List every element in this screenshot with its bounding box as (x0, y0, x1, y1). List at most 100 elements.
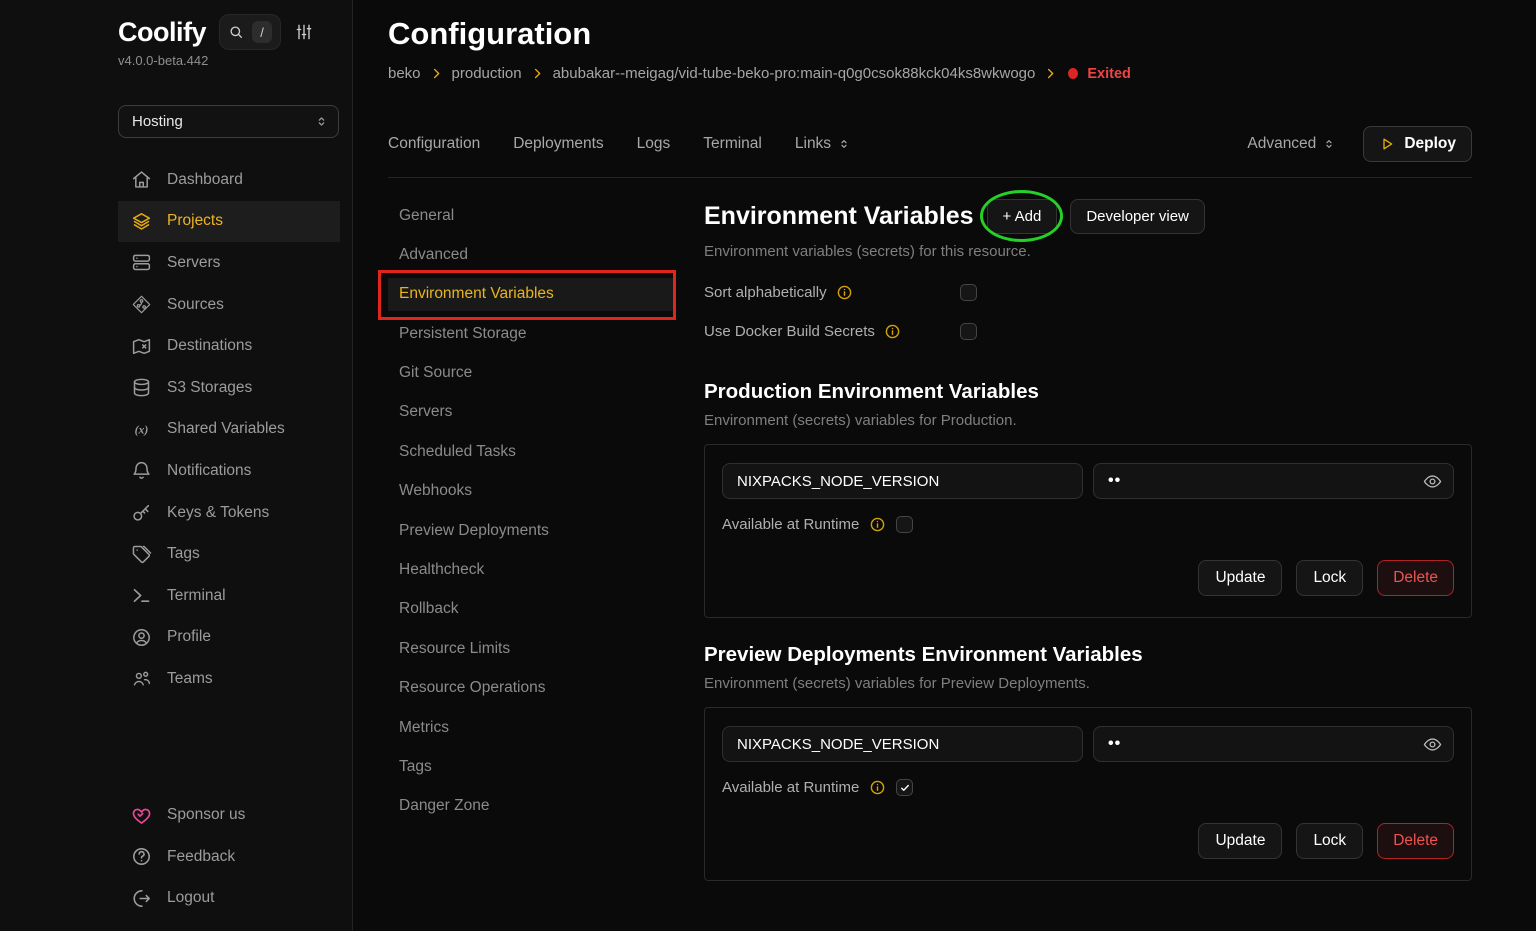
sidebar-item-shared-variables[interactable]: (x) Shared Variables (118, 409, 340, 451)
toggle-checkbox[interactable] (960, 284, 977, 301)
subnav-item-label: Healthcheck (399, 561, 484, 579)
sidebar-item-label: Sources (167, 296, 224, 314)
env-value-input[interactable] (1093, 726, 1454, 762)
update-button[interactable]: Update (1198, 823, 1282, 859)
subnav-item-webhooks[interactable]: Webhooks (388, 475, 673, 508)
section-description: Environment (secrets) variables for Prod… (704, 412, 1472, 429)
subnav-item-environment-variables[interactable]: Environment Variables (388, 278, 673, 311)
tab-label: Terminal (703, 135, 762, 153)
runtime-checkbox[interactable] (896, 779, 913, 796)
breadcrumb-item[interactable]: abubakar--meigag/vid-tube-beko-pro:main-… (553, 65, 1036, 82)
status-dot (1068, 68, 1078, 79)
sidebar-item-label: Tags (167, 545, 200, 563)
sidebar-item-logout[interactable]: Logout (118, 877, 340, 919)
breadcrumb-item[interactable]: production (452, 65, 522, 82)
deploy-button[interactable]: Deploy (1363, 126, 1472, 162)
runtime-checkbox[interactable] (896, 516, 913, 533)
subnav-item-persistent-storage[interactable]: Persistent Storage (388, 317, 673, 350)
tab-label: Logs (637, 135, 671, 153)
sidebar-item-keys-tokens[interactable]: Keys & Tokens (118, 492, 340, 534)
subnav-item-resource-limits[interactable]: Resource Limits (388, 632, 673, 665)
sidebar-item-sponsor-us[interactable]: Sponsor us (118, 794, 340, 836)
panel-title: Environment Variables (704, 202, 974, 231)
sidebar-item-profile[interactable]: Profile (118, 617, 340, 659)
sidebar-item-notifications[interactable]: Notifications (118, 450, 340, 492)
env-variables-panel: Environment Variables + Add Developer vi… (704, 199, 1472, 931)
subnav-item-metrics[interactable]: Metrics (388, 711, 673, 744)
subnav-item-git-source[interactable]: Git Source (388, 357, 673, 390)
tab-deployments[interactable]: Deployments (513, 135, 603, 153)
sidebar-item-terminal[interactable]: Terminal (118, 575, 340, 617)
panel-description: Environment variables (secrets) for this… (704, 243, 1472, 260)
advanced-dropdown[interactable]: Advanced (1247, 135, 1336, 153)
env-key-input[interactable] (722, 463, 1083, 499)
sidebar-item-sources[interactable]: Sources (118, 284, 340, 326)
subnav-item-label: Preview Deployments (399, 522, 549, 540)
subnav-item-label: Metrics (399, 719, 449, 737)
subnav-item-tags[interactable]: Tags (388, 750, 673, 783)
tab-terminal[interactable]: Terminal (703, 135, 762, 153)
page-title: Configuration (388, 16, 1472, 52)
layers-icon (131, 211, 152, 232)
subnav-item-scheduled-tasks[interactable]: Scheduled Tasks (388, 435, 673, 468)
subnav-item-advanced[interactable]: Advanced (388, 238, 673, 271)
tab-logs[interactable]: Logs (637, 135, 671, 153)
team-select[interactable]: Hosting (118, 105, 339, 138)
subnav-item-servers[interactable]: Servers (388, 396, 673, 429)
settings-sliders-icon[interactable] (294, 22, 314, 42)
sidebar-item-destinations[interactable]: Destinations (118, 325, 340, 367)
sidebar-item-label: Projects (167, 212, 223, 230)
eye-icon[interactable] (1422, 471, 1443, 492)
info-icon[interactable] (884, 323, 901, 340)
tab-configuration[interactable]: Configuration (388, 135, 480, 153)
sidebar-item-feedback[interactable]: Feedback (118, 836, 340, 878)
env-value-input[interactable] (1093, 463, 1454, 499)
lock-button[interactable]: Lock (1296, 823, 1363, 859)
database-icon (131, 377, 152, 398)
sidebar-item-tags[interactable]: Tags (118, 533, 340, 575)
eye-icon[interactable] (1422, 734, 1443, 755)
sidebar-item-dashboard[interactable]: Dashboard (118, 159, 340, 201)
subnav-item-resource-operations[interactable]: Resource Operations (388, 672, 673, 705)
info-icon[interactable] (869, 516, 886, 533)
sidebar-item-teams[interactable]: Teams (118, 658, 340, 700)
tab-bar: Configuration Deployments Logs Terminal Link… (388, 126, 1472, 178)
search-shortcut-key: / (252, 21, 272, 43)
toggle-checkbox[interactable] (960, 323, 977, 340)
tag-icon (131, 544, 152, 565)
sidebar-item-label: Logout (167, 889, 214, 907)
update-button[interactable]: Update (1198, 560, 1282, 596)
developer-view-button[interactable]: Developer view (1070, 199, 1205, 234)
content: General Advanced Environment Variables P… (388, 199, 1472, 931)
subnav-item-healthcheck[interactable]: Healthcheck (388, 554, 673, 587)
subnav-item-general[interactable]: General (388, 199, 673, 232)
info-icon[interactable] (836, 284, 853, 301)
sidebar-item-servers[interactable]: Servers (118, 242, 340, 284)
runtime-label: Available at Runtime (722, 779, 859, 796)
chevron-right-icon (430, 67, 443, 80)
app-logo: Coolify (118, 17, 206, 48)
subnav-item-preview-deployments[interactable]: Preview Deployments (388, 514, 673, 547)
panel-header: Environment Variables + Add Developer vi… (704, 199, 1472, 234)
sidebar-item-projects[interactable]: Projects (118, 201, 340, 243)
delete-button[interactable]: Delete (1377, 560, 1454, 596)
subnav-item-label: Persistent Storage (399, 325, 527, 343)
tab-label: Deployments (513, 135, 603, 153)
add-env-variable-button[interactable]: + Add (987, 199, 1058, 234)
breadcrumb-item[interactable]: beko (388, 65, 421, 82)
env-key-input[interactable] (722, 726, 1083, 762)
tab-links[interactable]: Links (795, 135, 851, 153)
sidebar-item-label: Terminal (167, 587, 226, 605)
search-button[interactable]: / (219, 14, 281, 50)
sidebar-item-label: S3 Storages (167, 379, 252, 397)
heart-icon (131, 805, 152, 826)
tabs: Configuration Deployments Logs Terminal Link… (388, 135, 851, 153)
subnav-item-label: Servers (399, 403, 452, 421)
sidebar-item-label: Notifications (167, 462, 251, 480)
info-icon[interactable] (869, 779, 886, 796)
lock-button[interactable]: Lock (1296, 560, 1363, 596)
subnav-item-rollback[interactable]: Rollback (388, 593, 673, 626)
subnav-item-danger-zone[interactable]: Danger Zone (388, 790, 673, 823)
delete-button[interactable]: Delete (1377, 823, 1454, 859)
sidebar-item-s3-storages[interactable]: S3 Storages (118, 367, 340, 409)
